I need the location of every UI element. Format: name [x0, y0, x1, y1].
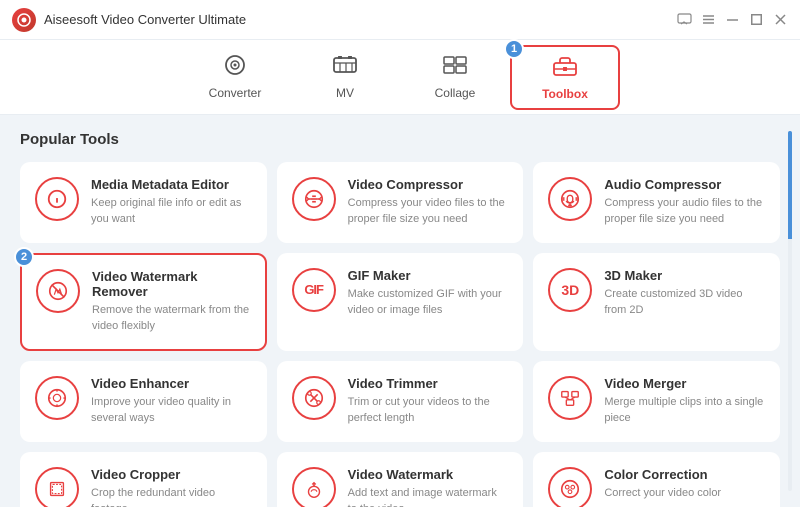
- tab-toolbox[interactable]: 1 Toolbox: [510, 45, 620, 110]
- app-logo: [12, 8, 36, 32]
- video-trimmer-icon: [292, 376, 336, 420]
- 3d-maker-desc: Create customized 3D video from 2D: [604, 287, 765, 319]
- nav-bar: Converter MV Collage: [0, 40, 800, 115]
- gif-maker-icon: GIF: [292, 268, 336, 312]
- color-correction-desc: Correct your video color: [604, 486, 765, 502]
- video-trimmer-info: Video Trimmer Trim or cut your videos to…: [348, 376, 509, 427]
- close-btn[interactable]: [772, 12, 788, 28]
- gif-maker-desc: Make customized GIF with your video or i…: [348, 287, 509, 319]
- video-cropper-desc: Crop the redundant video footage: [91, 486, 252, 507]
- 3d-maker-info: 3D Maker Create customized 3D video from…: [604, 268, 765, 319]
- tool-media-metadata-editor[interactable]: Media Metadata Editor Keep original file…: [20, 162, 267, 243]
- audio-compressor-info: Audio Compressor Compress your audio fil…: [604, 177, 765, 228]
- toolbox-badge: 1: [504, 39, 524, 59]
- title-bar: Aiseesoft Video Converter Ultimate: [0, 0, 800, 40]
- main-content: Popular Tools Media Metadata Editor Keep…: [0, 115, 800, 507]
- tab-mv[interactable]: MV: [290, 45, 400, 110]
- tool-video-watermark-remover[interactable]: 2 Video Watermark Remover Remove the wat…: [20, 253, 267, 351]
- video-enhancer-info: Video Enhancer Improve your video qualit…: [91, 376, 252, 427]
- tab-collage[interactable]: Collage: [400, 45, 510, 110]
- audio-compressor-icon: [548, 177, 592, 221]
- audio-compressor-name: Audio Compressor: [604, 177, 765, 192]
- tool-video-trimmer[interactable]: Video Trimmer Trim or cut your videos to…: [277, 361, 524, 442]
- mv-icon: [332, 54, 358, 82]
- video-merger-icon: [548, 376, 592, 420]
- tab-converter[interactable]: Converter: [180, 45, 290, 110]
- watermark-remover-info: Video Watermark Remover Remove the water…: [92, 269, 251, 335]
- tool-video-compressor[interactable]: Video Compressor Compress your video fil…: [277, 162, 524, 243]
- video-enhancer-icon: [35, 376, 79, 420]
- message-btn[interactable]: [676, 12, 692, 28]
- video-compressor-icon: [292, 177, 336, 221]
- 3d-maker-name: 3D Maker: [604, 268, 765, 283]
- maximize-btn[interactable]: [748, 12, 764, 28]
- media-metadata-icon: [35, 177, 79, 221]
- video-compressor-info: Video Compressor Compress your video fil…: [348, 177, 509, 228]
- minimize-btn[interactable]: [724, 12, 740, 28]
- collage-label: Collage: [435, 86, 476, 100]
- section-title: Popular Tools: [20, 131, 780, 148]
- tool-color-correction[interactable]: Color Correction Correct your video colo…: [533, 452, 780, 507]
- video-compressor-name: Video Compressor: [348, 177, 509, 192]
- video-trimmer-desc: Trim or cut your videos to the perfect l…: [348, 395, 509, 427]
- watermark-remover-badge: 2: [14, 247, 34, 267]
- video-enhancer-desc: Improve your video quality in several wa…: [91, 395, 252, 427]
- menu-btn[interactable]: [700, 12, 716, 28]
- video-cropper-name: Video Cropper: [91, 467, 252, 482]
- video-watermark-name: Video Watermark: [348, 467, 509, 482]
- tool-video-enhancer[interactable]: Video Enhancer Improve your video qualit…: [20, 361, 267, 442]
- color-correction-icon: [548, 467, 592, 507]
- collage-icon: [442, 54, 468, 82]
- converter-icon: [222, 54, 248, 82]
- converter-label: Converter: [209, 86, 262, 100]
- watermark-remover-desc: Remove the watermark from the video flex…: [92, 303, 251, 335]
- video-cropper-info: Video Cropper Crop the redundant video f…: [91, 467, 252, 507]
- color-correction-name: Color Correction: [604, 467, 765, 482]
- toolbox-label: Toolbox: [542, 87, 588, 101]
- 3d-maker-icon: 3D: [548, 268, 592, 312]
- tool-audio-compressor[interactable]: Audio Compressor Compress your audio fil…: [533, 162, 780, 243]
- gif-maker-name: GIF Maker: [348, 268, 509, 283]
- tool-video-merger[interactable]: Video Merger Merge multiple clips into a…: [533, 361, 780, 442]
- media-metadata-desc: Keep original file info or edit as you w…: [91, 196, 252, 228]
- media-metadata-info: Media Metadata Editor Keep original file…: [91, 177, 252, 228]
- watermark-remover-name: Video Watermark Remover: [92, 269, 251, 299]
- tools-grid: Media Metadata Editor Keep original file…: [20, 162, 780, 507]
- watermark-remover-icon: [36, 269, 80, 313]
- tool-3d-maker[interactable]: 3D 3D Maker Create customized 3D video f…: [533, 253, 780, 351]
- app-title: Aiseesoft Video Converter Ultimate: [44, 12, 246, 27]
- media-metadata-name: Media Metadata Editor: [91, 177, 252, 192]
- video-watermark-desc: Add text and image watermark to the vide…: [348, 486, 509, 507]
- video-merger-desc: Merge multiple clips into a single piece: [604, 395, 765, 427]
- gif-maker-info: GIF Maker Make customized GIF with your …: [348, 268, 509, 319]
- video-compressor-desc: Compress your video files to the proper …: [348, 196, 509, 228]
- color-correction-info: Color Correction Correct your video colo…: [604, 467, 765, 502]
- tool-video-watermark[interactable]: Video Watermark Add text and image water…: [277, 452, 524, 507]
- video-enhancer-name: Video Enhancer: [91, 376, 252, 391]
- window-controls: [676, 12, 788, 28]
- tool-gif-maker[interactable]: GIF GIF Maker Make customized GIF with y…: [277, 253, 524, 351]
- video-merger-info: Video Merger Merge multiple clips into a…: [604, 376, 765, 427]
- audio-compressor-desc: Compress your audio files to the proper …: [604, 196, 765, 228]
- video-cropper-icon: [35, 467, 79, 507]
- toolbox-icon: [552, 53, 578, 83]
- tool-video-cropper[interactable]: Video Cropper Crop the redundant video f…: [20, 452, 267, 507]
- video-merger-name: Video Merger: [604, 376, 765, 391]
- video-watermark-icon: [292, 467, 336, 507]
- mv-label: MV: [336, 86, 354, 100]
- video-watermark-info: Video Watermark Add text and image water…: [348, 467, 509, 507]
- video-trimmer-name: Video Trimmer: [348, 376, 509, 391]
